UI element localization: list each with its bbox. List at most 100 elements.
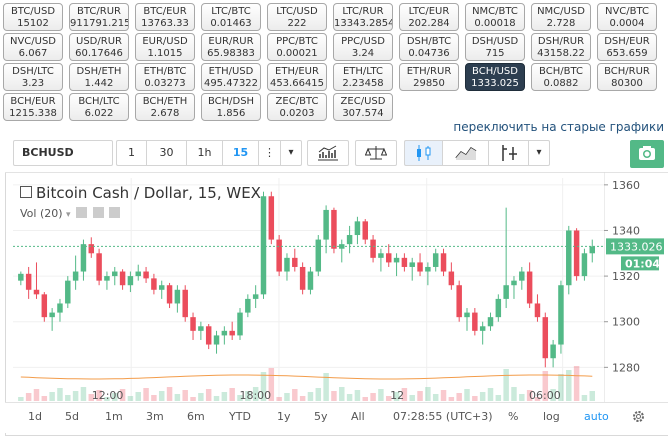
ticker-nvc-btc[interactable]: NVC/BTC 0.0004 <box>597 3 657 31</box>
candle <box>456 280 462 322</box>
ticker-ltc-btc[interactable]: LTC/BTC 0.01463 <box>201 3 261 31</box>
collapse-legend-icon[interactable] <box>20 186 32 198</box>
clock-timezone[interactable]: 07:28:55 (UTC+3) <box>393 410 493 423</box>
ticker-eth-rur[interactable]: ETH/RUR 29850 <box>399 63 459 91</box>
interval-1-button[interactable]: 1 <box>116 140 146 166</box>
ticker-ltc-usd[interactable]: LTC/USD 222 <box>267 3 327 31</box>
auto-scale-toggle[interactable]: auto <box>584 410 609 423</box>
ticker-price: 0.00021 <box>276 48 318 59</box>
candle <box>127 271 134 293</box>
range-6m-button[interactable]: 6m <box>187 410 205 423</box>
candle <box>511 276 517 299</box>
candle-body <box>221 330 228 336</box>
ticker-eur-rur[interactable]: EUR/RUR 65.98383 <box>201 33 261 61</box>
ticker-price: 495.47322 <box>203 78 259 89</box>
interval-30-button[interactable]: 30 <box>146 140 186 166</box>
range-5y-button[interactable]: 5y <box>314 410 328 423</box>
ticker-btc-usd[interactable]: BTC/USD 15102 <box>3 3 63 31</box>
interval-dropdown-caret-icon[interactable]: ▾ <box>280 140 302 166</box>
ticker-zec-usd[interactable]: ZEC/USD 307.574 <box>333 93 393 121</box>
style-dropdown-caret-icon[interactable]: ▾ <box>528 140 550 166</box>
candle <box>558 280 564 354</box>
volume-settings-icon[interactable] <box>92 207 104 218</box>
volume-bar <box>33 389 40 401</box>
candle-body <box>307 271 314 290</box>
ticker-bch-eth[interactable]: BCH/ETH 2.678 <box>135 93 195 121</box>
ticker-bch-rur[interactable]: BCH/RUR 80300 <box>597 63 657 91</box>
ticker-pair: NMC/BTC <box>472 6 518 17</box>
y-tick-label: 1360 <box>612 179 640 192</box>
interval-1h-button[interactable]: 1h <box>186 140 222 166</box>
log-scale-toggle[interactable]: log <box>543 410 560 423</box>
ticker-dsh-eth[interactable]: DSH/ETH 1.442 <box>69 63 129 91</box>
candle-body <box>41 294 48 318</box>
ticker-nmc-usd[interactable]: NMC/USD 2.728 <box>531 3 591 31</box>
candle-body <box>581 253 588 277</box>
range-1m-button[interactable]: 1m <box>105 410 123 423</box>
scales-icon <box>364 146 388 160</box>
volume-remove-icon[interactable] <box>109 207 121 218</box>
candle <box>573 228 580 281</box>
ticker-dsh-ltc[interactable]: DSH/LTC 3.23 <box>3 63 63 91</box>
ticker-bch-usd[interactable]: BCH/USD 1333.025 <box>465 63 525 91</box>
ticker-price: 453.66415 <box>269 78 325 89</box>
ticker-pair: LTC/BTC <box>211 6 251 17</box>
ticker-bch-ltc[interactable]: BCH/LTC 6.022 <box>69 93 129 121</box>
ticker-dsh-btc[interactable]: DSH/BTC 0.04736 <box>399 33 459 61</box>
ticker-pair: BCH/BTC <box>539 66 583 77</box>
ticker-ltc-eur[interactable]: LTC/EUR 202.284 <box>399 3 459 31</box>
more-intervals-icon[interactable]: ⋮ <box>258 140 280 166</box>
switch-to-old-charts-link[interactable]: переключить на старые графики <box>453 120 664 134</box>
ticker-bch-btc[interactable]: BCH/BTC 0.0882 <box>531 63 591 91</box>
ticker-bch-eur[interactable]: BCH/EUR 1215.338 <box>3 93 63 121</box>
percent-scale-toggle[interactable]: % <box>508 410 518 423</box>
candle-body <box>166 285 173 304</box>
ticker-btc-rur[interactable]: BTC/RUR911791.2159 <box>69 3 129 31</box>
ticker-eth-usd[interactable]: ETH/USD 495.47322 <box>201 63 261 91</box>
ticker-pair: BCH/USD <box>472 66 518 77</box>
ticker-ltc-rur[interactable]: LTC/RUR 13343.2854 <box>333 3 393 31</box>
ticker-zec-btc[interactable]: ZEC/BTC 0.0203 <box>267 93 327 121</box>
ticker-eth-btc[interactable]: ETH/BTC 0.03273 <box>135 63 195 91</box>
interval-15-button[interactable]: 15 <box>222 140 258 166</box>
candle <box>307 266 314 295</box>
range-ytd-button[interactable]: YTD <box>229 410 251 423</box>
ticker-btc-eur[interactable]: BTC/EUR 13763.33 <box>135 3 195 31</box>
ticker-eth-ltc[interactable]: ETH/LTC 2.23458 <box>333 63 393 91</box>
ticker-price: 2.678 <box>150 108 180 119</box>
drawing-tools-button[interactable] <box>488 140 528 166</box>
price-axis[interactable]: 1280 1300 1320 1340 1360 1333.026 01:04 <box>604 172 668 402</box>
ticker-eur-usd[interactable]: EUR/USD 1.1015 <box>135 33 195 61</box>
candle-body <box>151 278 157 290</box>
ticker-ppc-btc[interactable]: PPC/BTC 0.00021 <box>267 33 327 61</box>
range-1y-button[interactable]: 1y <box>277 410 291 423</box>
indicators-button[interactable] <box>307 140 349 166</box>
range-1d-button[interactable]: 1d <box>28 410 42 423</box>
range-5d-button[interactable]: 5d <box>65 410 79 423</box>
ticker-dsh-eur[interactable]: DSH/EUR 653.659 <box>597 33 657 61</box>
volume-bar <box>519 394 525 401</box>
ticker-dsh-rur[interactable]: DSH/RUR 43158.22 <box>531 33 591 61</box>
ticker-nvc-usd[interactable]: NVC/USD 6.067 <box>3 33 63 61</box>
range-all-button[interactable]: All <box>351 410 365 423</box>
ticker-eth-eur[interactable]: ETH/EUR 453.66415 <box>267 63 327 91</box>
ticker-usd-rur[interactable]: USD/RUR 60.17646 <box>69 33 129 61</box>
ticker-dsh-usd[interactable]: DSH/USD 715 <box>465 33 525 61</box>
area-style-button[interactable] <box>442 140 488 166</box>
candle-body <box>393 257 400 263</box>
volume-bar <box>221 392 228 401</box>
range-3m-button[interactable]: 3m <box>146 410 164 423</box>
candle-body <box>299 266 306 290</box>
symbol-search-input[interactable]: BCHUSD <box>13 140 113 166</box>
ticker-nmc-btc[interactable]: NMC/BTC 0.00018 <box>465 3 525 31</box>
candles-style-button[interactable] <box>404 140 442 166</box>
gear-icon[interactable] <box>631 409 646 424</box>
volume-hide-icon[interactable] <box>76 207 88 218</box>
snapshot-button[interactable] <box>630 140 664 168</box>
candle <box>487 312 494 331</box>
ticker-ppc-usd[interactable]: PPC/USD 3.24 <box>333 33 393 61</box>
ticker-bch-dsh[interactable]: BCH/DSH 1.856 <box>201 93 261 121</box>
ticker-pair: BCH/ETH <box>142 96 188 107</box>
volume-caret-icon[interactable]: ▾ <box>66 210 71 220</box>
compare-button[interactable] <box>355 140 397 166</box>
